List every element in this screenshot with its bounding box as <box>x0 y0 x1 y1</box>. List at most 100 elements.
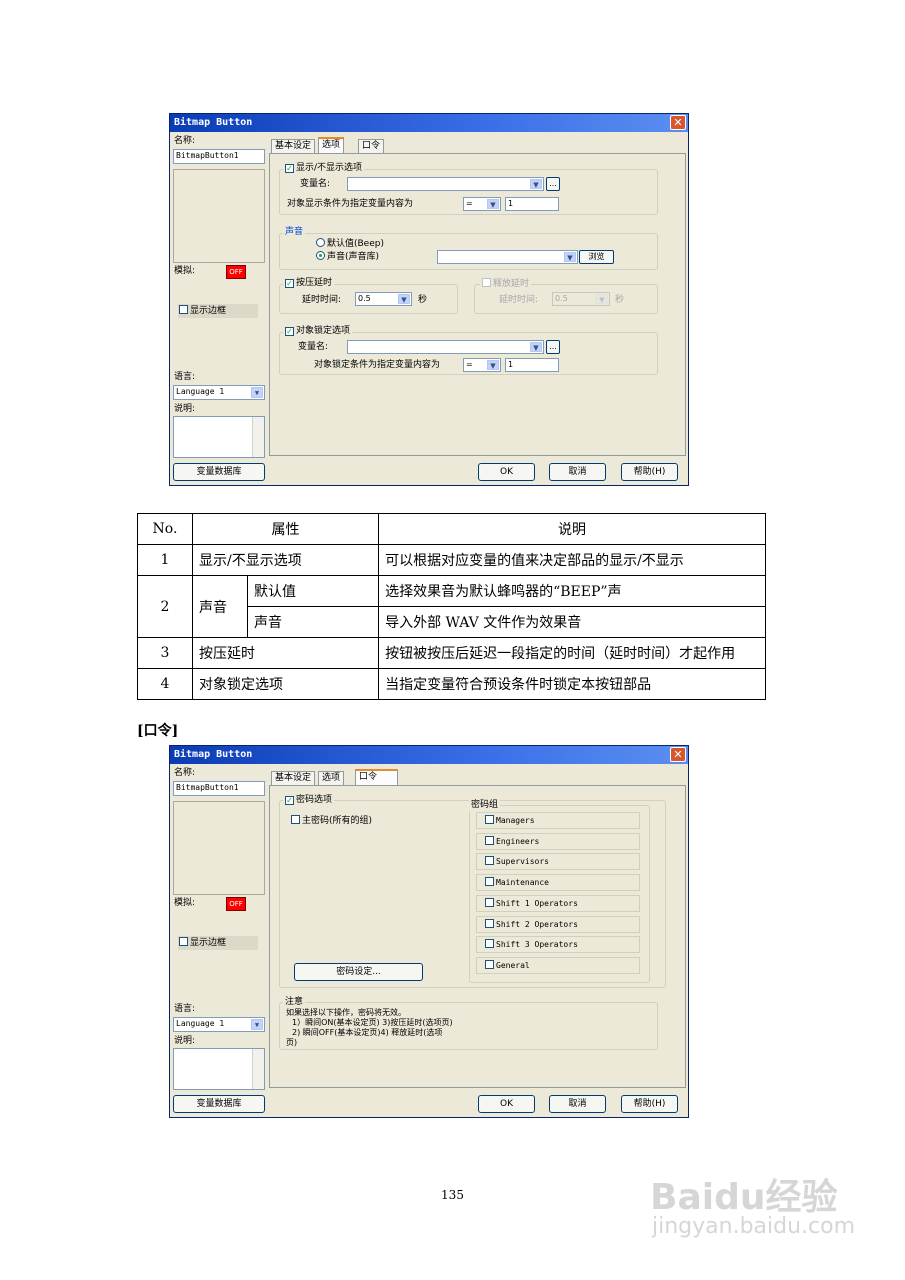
tab-options[interactable]: 选项 <box>318 771 345 785</box>
chevron-down-icon[interactable]: ▼ <box>398 294 410 304</box>
show-border-label: 显示边框 <box>190 306 227 316</box>
chevron-down-icon[interactable]: ▼ <box>530 179 542 189</box>
help-button[interactable]: 帮助(H) <box>621 463 678 481</box>
chevron-down-icon[interactable]: ▼ <box>251 1019 263 1030</box>
show-border-checkbox[interactable]: 显示边框 <box>178 304 258 318</box>
checkbox-icon <box>485 877 494 887</box>
language-select[interactable]: Language 1 ▼ <box>173 1017 265 1032</box>
var-name-label: 变量名: <box>300 179 331 189</box>
press-delay-label: 按压延时 <box>296 278 333 288</box>
lock-var-select[interactable]: ▼ <box>347 340 544 354</box>
chevron-down-icon: ▼ <box>596 294 608 304</box>
options-panel: ✓ 显示/不显示选项 变量名: ▼ ... 对象显示条件为指定变量内容为 = ▼ 1… <box>269 153 686 456</box>
tab-basic-settings[interactable]: 基本设定 <box>271 771 316 785</box>
ok-button[interactable]: OK <box>478 1095 535 1113</box>
checkbox-icon <box>485 939 494 949</box>
password-group-item[interactable]: General <box>476 956 640 974</box>
lock-value-input[interactable]: 1 <box>505 358 559 372</box>
language-select[interactable]: Language 1 ▼ <box>173 385 265 400</box>
sound-default-radio[interactable]: 默认值(Beep) <box>316 238 384 250</box>
checkbox-icon <box>485 897 494 907</box>
ok-button[interactable]: OK <box>478 463 535 481</box>
tab-password[interactable]: 口令 <box>358 139 385 153</box>
language-value: Language 1 <box>176 1019 225 1028</box>
browse-var-button[interactable]: ... <box>546 177 560 191</box>
sound-group-title: 声音 <box>283 227 306 238</box>
password-option-checkbox[interactable]: ✓ 密码选项 <box>283 795 335 806</box>
off-state-button[interactable]: OFF <box>226 265 246 279</box>
tab-password[interactable]: 口令 <box>355 769 398 785</box>
sound-library-select[interactable]: ▼ <box>437 250 578 264</box>
row-no: 1 <box>137 544 193 576</box>
password-group-item[interactable]: Shift 1 Operators <box>476 894 640 912</box>
lock-var-label: 变量名: <box>298 342 329 352</box>
press-delay-checkbox[interactable]: ✓ 按压延时 <box>283 278 335 289</box>
password-settings-button[interactable]: 密码设定... <box>294 963 423 981</box>
row-property: 对象锁定选项 <box>191 668 380 700</box>
chevron-down-icon[interactable]: ▼ <box>530 342 542 352</box>
scrollbar[interactable] <box>252 417 264 457</box>
var-name-select[interactable]: ▼ <box>347 177 544 191</box>
row-description: 选择效果音为默认蜂鸣器的“BEEP”声 <box>378 575 766 607</box>
chevron-down-icon[interactable]: ▼ <box>564 252 576 262</box>
release-delay-value: 0.5 <box>555 294 568 303</box>
password-group-item[interactable]: Engineers <box>476 832 640 850</box>
password-group-item[interactable]: Managers <box>476 812 640 829</box>
password-group-item[interactable]: Maintenance <box>476 874 640 892</box>
description-label: 说明: <box>174 404 196 414</box>
lock-option-checkbox[interactable]: ✓ 对象锁定选项 <box>283 326 353 337</box>
release-seconds-label: 秒 <box>615 295 625 305</box>
chevron-down-icon[interactable]: ▼ <box>251 387 263 398</box>
sound-library-label: 声音(声音库) <box>327 252 380 262</box>
chevron-down-icon[interactable]: ▼ <box>487 360 499 370</box>
row-no: 4 <box>137 668 193 700</box>
table-row: 3 按压延时 按钮被按压后延迟一段指定的时间（延时时间）才起作用 <box>137 637 766 669</box>
checkbox-icon <box>179 937 188 946</box>
bitmap-preview <box>173 169 265 263</box>
properties-table: No. 属性 说明 1 显示/不显示选项 可以根据对应变量的值来决定部品的显示/… <box>137 513 766 700</box>
password-group-label: Shift 2 Operators <box>496 919 578 929</box>
off-state-button[interactable]: OFF <box>226 897 246 911</box>
chevron-down-icon[interactable]: ▼ <box>487 199 499 209</box>
lock-operator-select[interactable]: = ▼ <box>463 358 501 372</box>
tag-database-button[interactable]: 变量数据库 <box>173 1095 265 1113</box>
password-group-label: Engineers <box>496 836 540 846</box>
tab-basic-settings[interactable]: 基本设定 <box>271 139 316 153</box>
scrollbar[interactable] <box>252 1049 264 1089</box>
description-textarea[interactable] <box>173 1048 265 1090</box>
display-value-input[interactable]: 1 <box>505 197 559 211</box>
password-group-label: Supervisors <box>496 857 549 867</box>
browse-sound-button[interactable]: 浏览 <box>579 250 614 264</box>
release-delay-checkbox[interactable]: 释放延时 <box>480 278 532 290</box>
description-textarea[interactable] <box>173 416 265 458</box>
checkbox-icon <box>179 305 188 314</box>
cancel-button[interactable]: 取消 <box>549 1095 606 1113</box>
password-group-item[interactable]: Supervisors <box>476 853 640 871</box>
show-border-checkbox[interactable]: 显示边框 <box>178 936 258 950</box>
checkbox-icon <box>485 815 494 824</box>
close-button[interactable]: ✕ <box>670 115 686 130</box>
row-no: 3 <box>137 637 193 669</box>
delay-time-select[interactable]: 0.5 ▼ <box>355 292 412 306</box>
release-delay-select: 0.5 ▼ <box>552 292 610 306</box>
name-label: 名称: <box>174 768 196 778</box>
display-operator-select[interactable]: = ▼ <box>463 197 501 211</box>
browse-lock-var-button[interactable]: ... <box>546 340 560 354</box>
row-property: 按压延时 <box>191 637 380 669</box>
release-delay-label: 释放延时 <box>493 279 530 289</box>
tag-database-button[interactable]: 变量数据库 <box>173 463 265 481</box>
row-property: 声音 <box>192 575 248 638</box>
close-button[interactable]: ✕ <box>670 747 686 762</box>
sound-library-radio[interactable]: 声音(声音库) <box>316 251 379 263</box>
master-password-checkbox[interactable]: 主密码(所有的组) <box>291 815 372 827</box>
tab-options[interactable]: 选项 <box>318 137 345 153</box>
name-field[interactable]: BitmapButton1 <box>173 781 265 796</box>
show-hide-checkbox[interactable]: ✓ 显示/不显示选项 <box>283 163 365 174</box>
delay-time-value: 0.5 <box>358 294 371 303</box>
password-group-item[interactable]: Shift 3 Operators <box>476 936 640 954</box>
password-group-item[interactable]: Shift 2 Operators <box>476 915 640 933</box>
name-field[interactable]: BitmapButton1 <box>173 149 265 164</box>
help-button[interactable]: 帮助(H) <box>621 1095 678 1113</box>
lock-operator-value: = <box>466 360 473 369</box>
cancel-button[interactable]: 取消 <box>549 463 606 481</box>
